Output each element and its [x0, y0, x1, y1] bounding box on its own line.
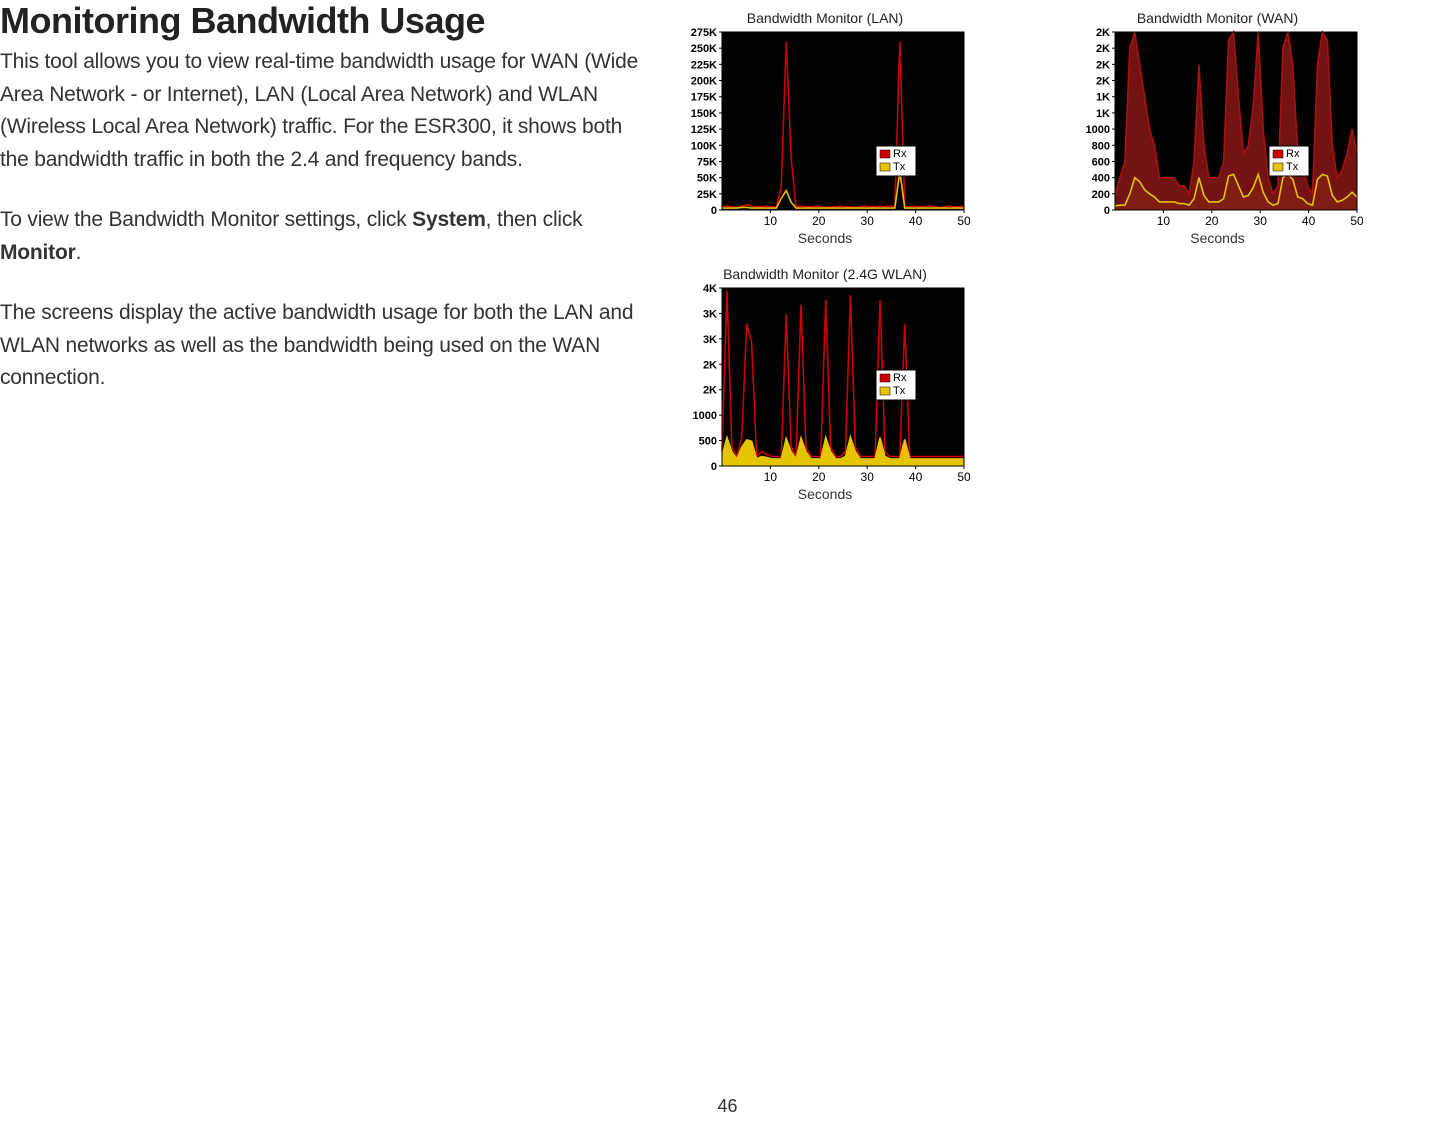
- svg-text:3K: 3K: [703, 334, 717, 346]
- charts-grid: Bandwidth Monitor (LAN) 275K 250K 225K 200K…: [680, 10, 1445, 502]
- svg-text:30: 30: [861, 214, 875, 228]
- chart-wan-svg: 2K 2K 2K 2K 1K 1K 1000 800 600 400 200 0 10 20 30 40 50 R…: [1073, 28, 1363, 228]
- svg-text:4K: 4K: [703, 284, 717, 295]
- svg-text:800: 800: [1091, 140, 1109, 152]
- svg-text:0: 0: [711, 461, 717, 473]
- chart-lan-xlabel: Seconds: [680, 230, 970, 246]
- svg-text:200K: 200K: [691, 76, 717, 88]
- svg-text:Tx: Tx: [1286, 161, 1299, 173]
- svg-text:30: 30: [1253, 214, 1267, 228]
- svg-text:1000: 1000: [1085, 124, 1109, 136]
- para2-text-a: To view the Bandwidth Monitor settings, …: [0, 208, 412, 231]
- svg-text:1000: 1000: [693, 410, 717, 422]
- svg-text:20: 20: [812, 470, 826, 484]
- body-paragraph-3: The screens display the active bandwidth…: [0, 297, 650, 395]
- chart-lan: Bandwidth Monitor (LAN) 275K 250K 225K 200K…: [680, 10, 970, 246]
- svg-text:150K: 150K: [691, 108, 717, 120]
- svg-text:100K: 100K: [691, 140, 717, 152]
- svg-text:250K: 250K: [691, 43, 717, 55]
- page-number: 46: [0, 1096, 1455, 1117]
- chart-wan-xlabel: Seconds: [1073, 230, 1363, 246]
- para2-bold-monitor: Monitor: [0, 241, 76, 264]
- svg-text:75K: 75K: [697, 156, 717, 168]
- svg-text:400: 400: [1091, 173, 1109, 185]
- svg-text:0: 0: [711, 205, 717, 217]
- svg-text:Tx: Tx: [893, 161, 906, 173]
- svg-text:2K: 2K: [703, 359, 717, 371]
- body-paragraph-1: This tool allows you to view real-time b…: [0, 46, 650, 176]
- svg-text:10: 10: [764, 470, 778, 484]
- para2-bold-system: System: [412, 208, 486, 231]
- svg-text:40: 40: [909, 214, 923, 228]
- svg-text:50K: 50K: [697, 173, 717, 185]
- svg-text:2K: 2K: [1095, 28, 1109, 39]
- svg-text:2K: 2K: [1095, 43, 1109, 55]
- chart-wlan-xlabel: Seconds: [680, 486, 970, 502]
- svg-text:40: 40: [1301, 214, 1315, 228]
- svg-text:10: 10: [764, 214, 778, 228]
- chart-wlan-svg: 4K 3K 3K 2K 2K 1000 500 0 10 20 30 40 50 RxTx: [680, 284, 970, 484]
- svg-text:1K: 1K: [1095, 92, 1109, 104]
- svg-text:50: 50: [957, 470, 970, 484]
- svg-text:3K: 3K: [703, 308, 717, 320]
- svg-text:30: 30: [861, 470, 875, 484]
- svg-text:500: 500: [699, 436, 717, 448]
- para2-text-c: , then click: [486, 208, 583, 231]
- page-heading: Monitoring Bandwidth Usage: [0, 0, 650, 42]
- chart-wlan-title: Bandwidth Monitor (2.4G WLAN): [680, 266, 970, 282]
- svg-text:Rx: Rx: [1286, 148, 1300, 160]
- svg-text:0: 0: [1103, 205, 1109, 217]
- body-paragraph-2: To view the Bandwidth Monitor settings, …: [0, 204, 650, 269]
- svg-text:20: 20: [812, 214, 826, 228]
- chart-wan: Bandwidth Monitor (WAN) 2K 2K 2K 2K 1K 1K 1000…: [1073, 10, 1363, 246]
- para2-text-e: .: [76, 241, 82, 264]
- chart-lan-svg: 275K 250K 225K 200K 175K 150K 125K 100K 75K 50K 25…: [680, 28, 970, 228]
- svg-text:2K: 2K: [1095, 76, 1109, 88]
- svg-text:275K: 275K: [691, 28, 717, 39]
- svg-text:25K: 25K: [697, 189, 717, 201]
- svg-text:600: 600: [1091, 156, 1109, 168]
- svg-text:20: 20: [1205, 214, 1219, 228]
- svg-text:2K: 2K: [703, 385, 717, 397]
- svg-text:10: 10: [1156, 214, 1170, 228]
- chart-lan-title: Bandwidth Monitor (LAN): [680, 10, 970, 26]
- svg-text:Tx: Tx: [893, 385, 906, 397]
- svg-text:225K: 225K: [691, 59, 717, 71]
- svg-text:200: 200: [1091, 189, 1109, 201]
- svg-text:40: 40: [909, 470, 923, 484]
- chart-wan-title: Bandwidth Monitor (WAN): [1073, 10, 1363, 26]
- svg-text:1K: 1K: [1095, 108, 1109, 120]
- svg-text:50: 50: [1350, 214, 1363, 228]
- svg-text:2K: 2K: [1095, 59, 1109, 71]
- svg-text:Rx: Rx: [893, 148, 907, 160]
- chart-wlan: Bandwidth Monitor (2.4G WLAN) 4K 3K 3K 2K 2K…: [680, 266, 970, 502]
- svg-text:125K: 125K: [691, 124, 717, 136]
- svg-text:175K: 175K: [691, 92, 717, 104]
- svg-text:Rx: Rx: [893, 372, 907, 384]
- svg-text:50: 50: [957, 214, 970, 228]
